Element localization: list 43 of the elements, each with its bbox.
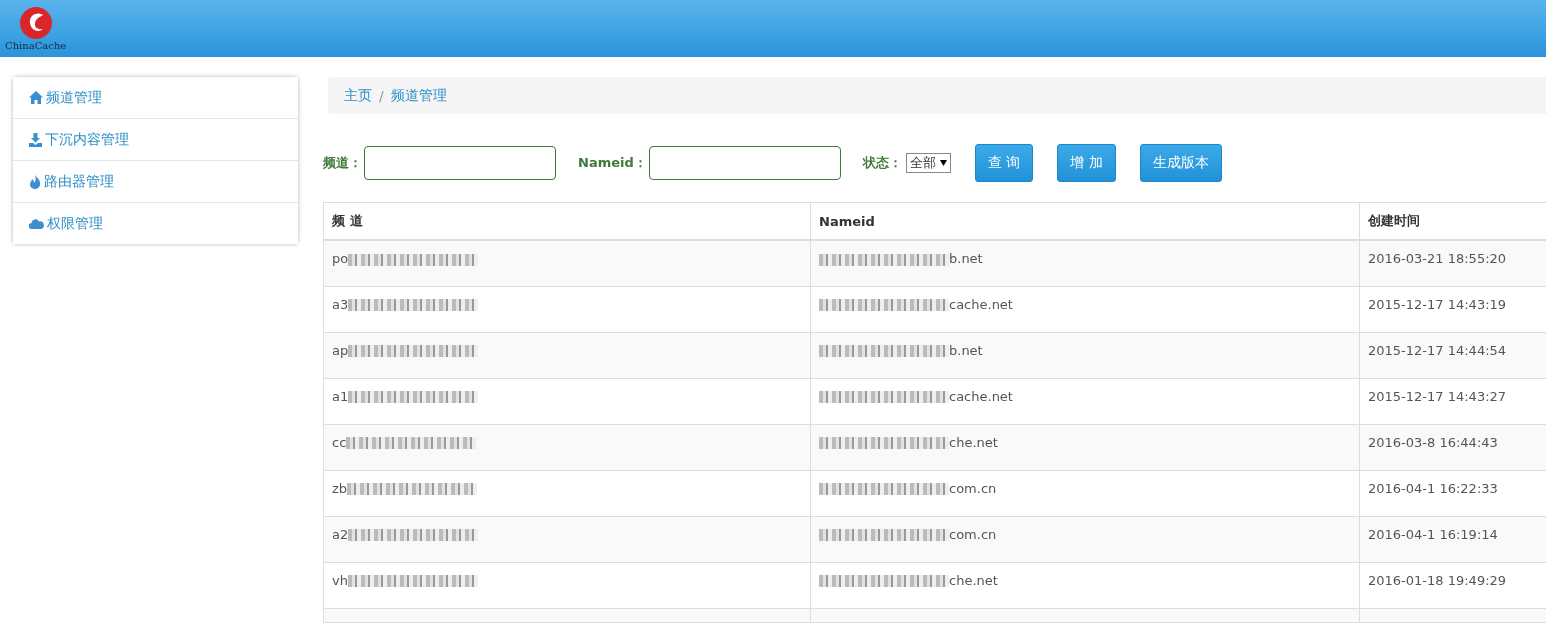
field-label: 状态：	[862, 154, 902, 172]
table-cell: po	[323, 240, 811, 286]
home-icon	[29, 91, 43, 104]
table-cell: a3	[323, 286, 811, 332]
download-icon	[29, 132, 42, 147]
breadcrumb-link[interactable]: 主页	[344, 86, 372, 105]
table-cell: 2016-04-1 16:19:14	[1359, 516, 1546, 562]
table-cell: com.cn	[810, 516, 1360, 562]
table-cell: a2	[323, 516, 811, 562]
input-field[interactable]	[364, 146, 556, 180]
input-field[interactable]	[648, 146, 841, 180]
sidebar-item[interactable]: 下沉内容管理	[13, 119, 298, 161]
sidebar-item[interactable]: 频道管理	[13, 77, 298, 119]
cloud-icon	[29, 218, 44, 229]
table-cell: a1	[323, 378, 811, 424]
action-button[interactable]: 查 询	[974, 144, 1034, 182]
table-cell: com.cn	[810, 470, 1360, 516]
action-button[interactable]: 增 加	[1057, 144, 1116, 182]
table-cell: b.net	[810, 332, 1360, 378]
table-cell: zb	[323, 470, 811, 516]
table-cell: b.net	[810, 240, 1360, 286]
status-dropdown[interactable]: 全部	[905, 153, 951, 173]
table-cell: cache.net	[810, 286, 1360, 332]
sidebar-item[interactable]: 权限管理	[13, 203, 298, 244]
table-cell: che.net	[810, 562, 1360, 608]
table-cell: 2016-03-8 16:44:43	[1359, 424, 1546, 470]
action-button[interactable]: 生成版本	[1139, 144, 1222, 182]
field-label: Nameid：	[578, 154, 647, 172]
logo-icon	[18, 6, 53, 40]
logo-text: ChinaCache	[5, 40, 67, 52]
table-cell: cc	[323, 424, 811, 470]
sidebar-item[interactable]: 路由器管理	[13, 161, 298, 203]
breadcrumb-separator: /	[379, 87, 384, 104]
table-cell: 2015-12-17 14:44:54	[1359, 332, 1546, 378]
table-cell: che.net	[810, 424, 1360, 470]
flame-icon	[29, 174, 41, 189]
breadcrumb-link[interactable]: 频道管理	[390, 86, 447, 105]
field-label: 频道：	[323, 154, 362, 172]
table-cell: 2016-03-21 18:55:20	[1359, 240, 1546, 286]
table-cell: ap	[323, 332, 811, 378]
caret-icon	[939, 160, 947, 166]
table-cell: cache.net	[810, 378, 1360, 424]
table-cell: vh	[323, 562, 811, 608]
